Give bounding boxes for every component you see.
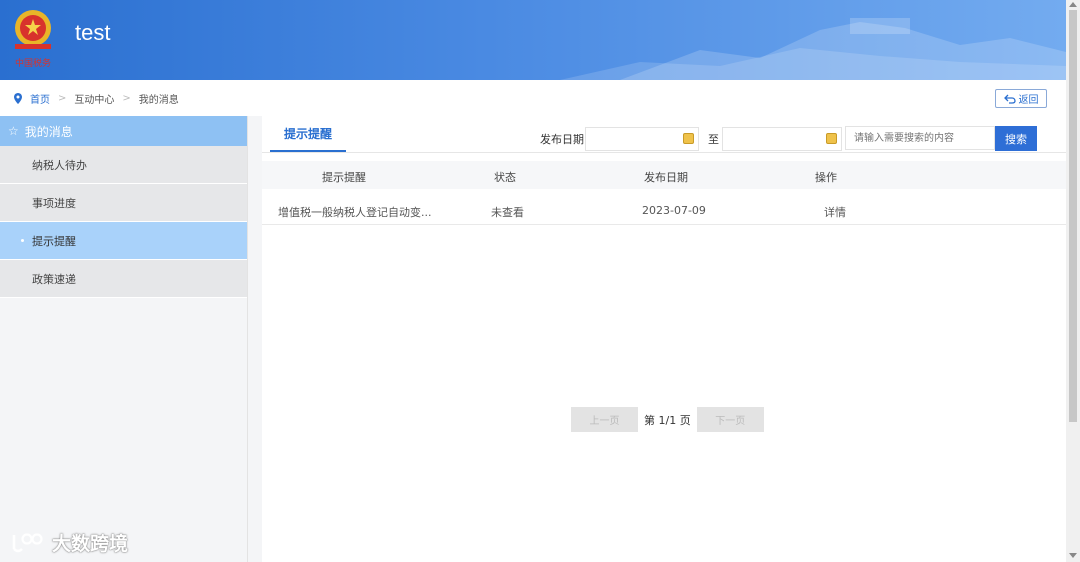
sidebar-item-label: 提示提醒 — [32, 234, 76, 248]
back-button-label: 返回 — [1018, 95, 1039, 106]
sidebar-item-label: 政策速递 — [32, 272, 76, 286]
date-range-to-label: 至 — [708, 133, 719, 146]
sidebar: ☆ 我的消息 纳税人待办 事项进度 提示提醒 政策速递 — [0, 116, 248, 562]
breadcrumb-separator: > — [58, 93, 67, 104]
breadcrumb-interaction-center[interactable]: 互动中心 — [74, 91, 114, 106]
row-detail-link[interactable]: 详情 — [824, 204, 846, 220]
sidebar-item-taxpayer-todo[interactable]: 纳税人待办 — [0, 146, 247, 184]
table-row: 增值税一般纳税人登记自动变... 未查看 2023-07-09 详情 — [262, 196, 1066, 225]
scroll-up-arrow-icon[interactable] — [1069, 2, 1077, 7]
breadcrumb: 首页 > 互动中心 > 我的消息 — [14, 91, 179, 106]
sidebar-item-progress[interactable]: 事项进度 — [0, 184, 247, 222]
calendar-icon[interactable] — [683, 133, 694, 144]
watermark: 大数跨境 — [10, 529, 128, 556]
column-header-date: 发布日期 — [644, 171, 688, 184]
back-button[interactable]: 返回 — [995, 89, 1047, 108]
main-panel: 提示提醒 发布日期 至 搜索 提示提醒 状态 发布日期 操作 增值税一般纳税人登… — [262, 116, 1066, 562]
watermark-text: 大数跨境 — [52, 533, 129, 555]
row-status: 未查看 — [491, 206, 524, 219]
column-header-status: 状态 — [494, 171, 516, 184]
sidebar-item-policy[interactable]: 政策速递 — [0, 260, 247, 298]
watermark-logo-icon — [12, 532, 43, 552]
page-info: 第 1/1 页 — [644, 413, 691, 427]
sidebar-item-reminders[interactable]: 提示提醒 — [0, 222, 247, 260]
svg-text:中国税务: 中国税务 — [15, 57, 51, 69]
scroll-thumb[interactable] — [1069, 10, 1077, 422]
sidebar-item-label: 纳税人待办 — [32, 158, 87, 172]
start-date-input[interactable] — [585, 127, 699, 151]
table-header: 提示提醒 状态 发布日期 操作 — [262, 161, 1066, 189]
tab-bar: 提示提醒 发布日期 至 搜索 — [262, 116, 1066, 153]
great-wall-background — [560, 18, 1066, 80]
search-button[interactable]: 搜索 — [995, 126, 1037, 151]
column-header-reminder: 提示提醒 — [322, 171, 366, 184]
breadcrumb-bar: 首页 > 互动中心 > 我的消息 返回 — [0, 80, 1066, 116]
row-title[interactable]: 增值税一般纳税人登记自动变... — [278, 204, 432, 220]
pagination: 上一页 第 1/1 页 下一页 — [571, 407, 764, 432]
return-arrow-icon — [1003, 94, 1016, 104]
app-title: test — [75, 20, 111, 45]
scroll-down-arrow-icon[interactable] — [1069, 553, 1077, 558]
end-date-input[interactable] — [722, 127, 842, 151]
location-pin-icon — [14, 93, 22, 104]
sidebar-header: ☆ 我的消息 — [0, 116, 247, 146]
sidebar-title: 我的消息 — [24, 124, 73, 139]
breadcrumb-current: 我的消息 — [138, 95, 179, 106]
app-header: 中国税务 test — [0, 0, 1080, 80]
breadcrumb-home-link[interactable]: 首页 — [30, 91, 50, 106]
sidebar-item-label: 事项进度 — [32, 196, 76, 210]
search-input[interactable] — [845, 126, 995, 150]
prev-page-button[interactable]: 上一页 — [571, 407, 638, 432]
star-icon: ☆ — [8, 124, 19, 138]
page-scrollbar[interactable] — [1066, 0, 1080, 562]
publish-date-label: 发布日期 — [540, 133, 584, 146]
tab-reminders[interactable]: 提示提醒 — [270, 116, 346, 152]
column-header-action: 操作 — [815, 171, 837, 184]
breadcrumb-separator: > — [122, 93, 131, 104]
tax-emblem-logo: 中国税务 — [15, 10, 51, 69]
row-date: 2023-07-09 — [642, 204, 706, 217]
calendar-icon[interactable] — [826, 133, 837, 144]
next-page-button[interactable]: 下一页 — [696, 407, 764, 432]
